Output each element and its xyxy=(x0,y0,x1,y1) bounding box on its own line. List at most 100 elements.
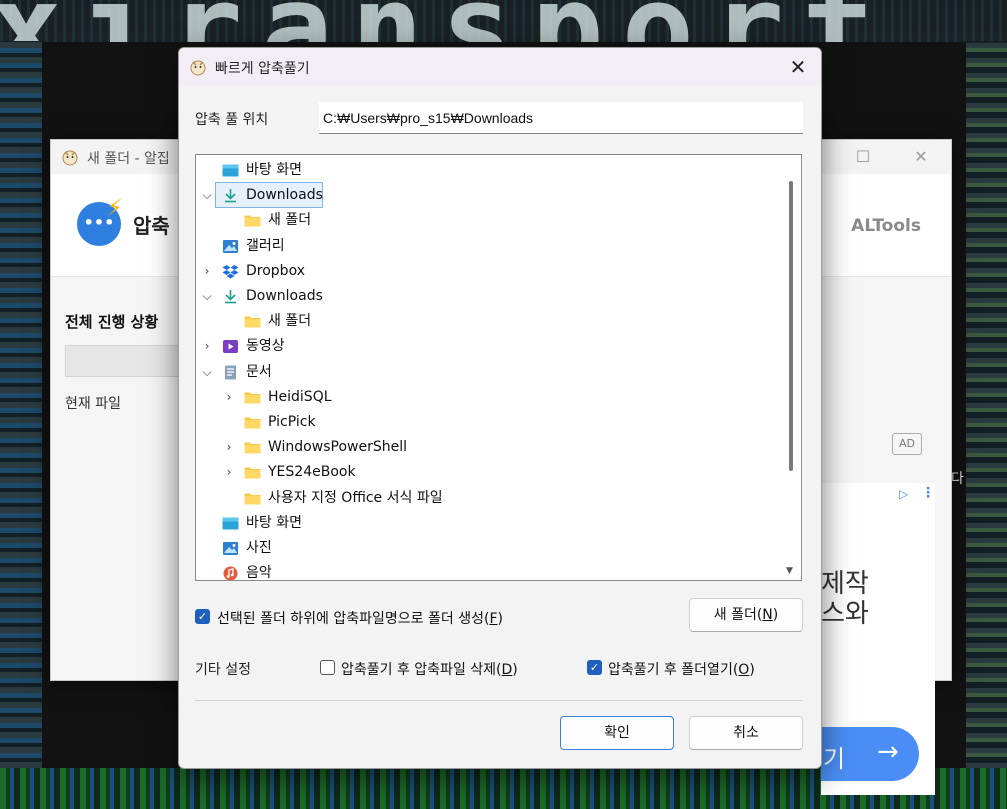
altools-window-title: 새 폴더 - 알집 xyxy=(87,151,170,167)
close-button[interactable]: ✕ xyxy=(909,146,933,168)
tree-item[interactable]: › YES24eBook xyxy=(196,460,776,484)
tree-item-label: Downloads xyxy=(246,288,323,304)
tree-item[interactable]: 새 폴더 xyxy=(196,208,776,232)
scroll-down-arrow[interactable]: ▼ xyxy=(786,566,793,576)
tree-item[interactable]: › 동영상 xyxy=(196,334,776,358)
delete-after-shortcut: D xyxy=(501,662,513,678)
ad-cta-button[interactable]: 기 → xyxy=(821,727,919,781)
tree-item-label: 동영상 xyxy=(246,338,285,355)
create-subfolder-label[interactable]: 선택된 폴더 하위에 압축파일명으로 폴더 생성(F) xyxy=(217,608,503,628)
ad-text-line1: 제작 xyxy=(821,569,869,599)
folder-icon xyxy=(244,490,261,505)
tree-item-label: Dropbox xyxy=(246,262,305,279)
folder-icon xyxy=(244,439,261,454)
tree-item-label: 문서 xyxy=(246,363,272,380)
close-button[interactable]: ✕ xyxy=(785,54,811,80)
ad-more-icon[interactable]: ⋮ xyxy=(921,485,935,501)
tree-item[interactable]: 바탕 화면 xyxy=(196,158,776,182)
tree-item-label: HeidiSQL xyxy=(268,388,332,405)
tree-item[interactable]: › HeidiSQL xyxy=(196,385,776,409)
folder-tree[interactable]: ▼ 바탕 화면 ⌵ Downloads 새 폴더 갤러리 › Dropbox ⌵ Downloa… xyxy=(195,154,802,581)
header-title: 압축 xyxy=(133,214,170,238)
ad-panel[interactable]: ▷ ⋮ 제작 스와 기 → xyxy=(821,483,935,795)
tree-item[interactable]: 새 폴더 xyxy=(196,309,776,333)
tree-item[interactable]: 사진 xyxy=(196,536,776,560)
maximize-button[interactable]: ☐ xyxy=(851,146,875,168)
tree-item[interactable]: ⌵ Downloads xyxy=(202,182,323,209)
ad-text-line2: 스와 xyxy=(821,599,869,629)
new-folder-button[interactable]: 새 폴더(N) xyxy=(689,598,803,632)
chevron-down-icon[interactable]: ⌵ xyxy=(200,183,214,207)
chevron-right-icon[interactable]: › xyxy=(222,460,236,484)
overall-progress-label: 전체 진행 상황 xyxy=(65,313,159,331)
paren: ) xyxy=(497,611,503,627)
ad-cta-label: 기 xyxy=(823,745,846,773)
dialog-title: 빠르게 압축풀기 xyxy=(215,61,310,77)
tree-item-label: 바탕 화면 xyxy=(246,514,302,531)
open-after-checkbox[interactable]: ✓ xyxy=(587,660,602,675)
cancel-button[interactable]: 취소 xyxy=(689,716,803,750)
chevron-right-icon[interactable]: › xyxy=(200,334,214,358)
tree-item[interactable]: › WindowsPowerShell xyxy=(196,435,776,459)
chevron-down-icon[interactable]: ⌵ xyxy=(200,284,214,308)
open-after-label[interactable]: 압축풀기 후 폴더열기(O) xyxy=(608,659,755,679)
tree-item[interactable]: 바탕 화면 xyxy=(196,511,776,535)
chevron-right-icon[interactable]: › xyxy=(222,385,236,409)
bolt-icon: ⚡ xyxy=(107,196,123,221)
tree-item[interactable]: 음악 xyxy=(196,561,776,581)
create-subfolder-checkbox[interactable]: ✓ xyxy=(195,609,210,624)
tree-item[interactable]: 갤러리 xyxy=(196,234,776,258)
folder-icon xyxy=(244,212,261,227)
tree-item-label: YES24eBook xyxy=(268,464,356,481)
music-icon xyxy=(222,565,239,580)
dialog-titlebar[interactable]: 빠르게 압축풀기 ✕ xyxy=(179,48,821,86)
gallery-icon xyxy=(222,540,239,555)
folder-icon xyxy=(244,464,261,479)
tree-item[interactable]: PicPick xyxy=(196,410,776,434)
dropbox-icon xyxy=(222,263,239,279)
folder-icon xyxy=(244,313,261,328)
overall-progress-bar xyxy=(65,345,187,377)
document-icon xyxy=(222,364,239,380)
tree-item-label: 갤러리 xyxy=(246,237,285,254)
extract-location-input[interactable] xyxy=(319,102,803,134)
ad-badge: AD xyxy=(892,433,922,455)
tree-item-label: 새 폴더 xyxy=(268,313,312,330)
tree-item-label: 음악 xyxy=(246,565,272,581)
alzip-icon xyxy=(62,150,78,166)
chevron-down-icon[interactable]: ⌵ xyxy=(200,360,214,384)
tree-item[interactable]: ⌵ 문서 xyxy=(196,360,776,384)
paren: ) xyxy=(749,662,755,678)
tree-item[interactable]: 사용자 지정 Office 서식 파일 xyxy=(196,486,776,510)
arrow-right-icon: → xyxy=(877,737,899,767)
download-icon xyxy=(222,288,239,304)
ok-button[interactable]: 확인 xyxy=(560,716,674,750)
create-subfolder-shortcut: F xyxy=(489,611,498,627)
extract-location-label: 압축 풀 위치 xyxy=(195,112,269,128)
tree-item-label: 사용자 지정 Office 서식 파일 xyxy=(268,489,443,506)
background-partial-text: 다 xyxy=(951,471,964,487)
chevron-right-icon[interactable]: › xyxy=(222,435,236,459)
wallpaper-left xyxy=(0,41,42,768)
etc-settings-label: 기타 설정 xyxy=(195,662,251,678)
ad-play-icon[interactable]: ▷ xyxy=(899,487,908,501)
delete-after-label[interactable]: 압축풀기 후 압축파일 삭제(D) xyxy=(341,659,518,679)
open-after-text: 압축풀기 후 폴더열기( xyxy=(608,662,739,678)
delete-after-checkbox[interactable] xyxy=(320,660,335,675)
folder-icon xyxy=(244,414,261,429)
chevron-right-icon[interactable]: › xyxy=(200,259,214,283)
new-folder-shortcut: N xyxy=(762,607,773,623)
tree-scrollbar[interactable] xyxy=(789,181,793,471)
paren: ) xyxy=(772,607,779,623)
video-icon xyxy=(222,338,239,354)
tree-item[interactable]: › Dropbox xyxy=(196,259,776,283)
altools-brand: ALTools xyxy=(851,216,921,236)
current-file-label: 현재 파일 xyxy=(65,396,121,412)
gallery-icon xyxy=(222,238,239,253)
folder-icon xyxy=(244,389,261,404)
tree-item-label: PicPick xyxy=(268,414,316,430)
tree-item-label: Downloads xyxy=(246,187,323,204)
create-subfolder-text: 선택된 폴더 하위에 압축파일명으로 폴더 생성( xyxy=(217,611,490,627)
tree-item[interactable]: ⌵ Downloads xyxy=(196,284,776,308)
tree-item-label: 새 폴더 xyxy=(268,212,312,229)
